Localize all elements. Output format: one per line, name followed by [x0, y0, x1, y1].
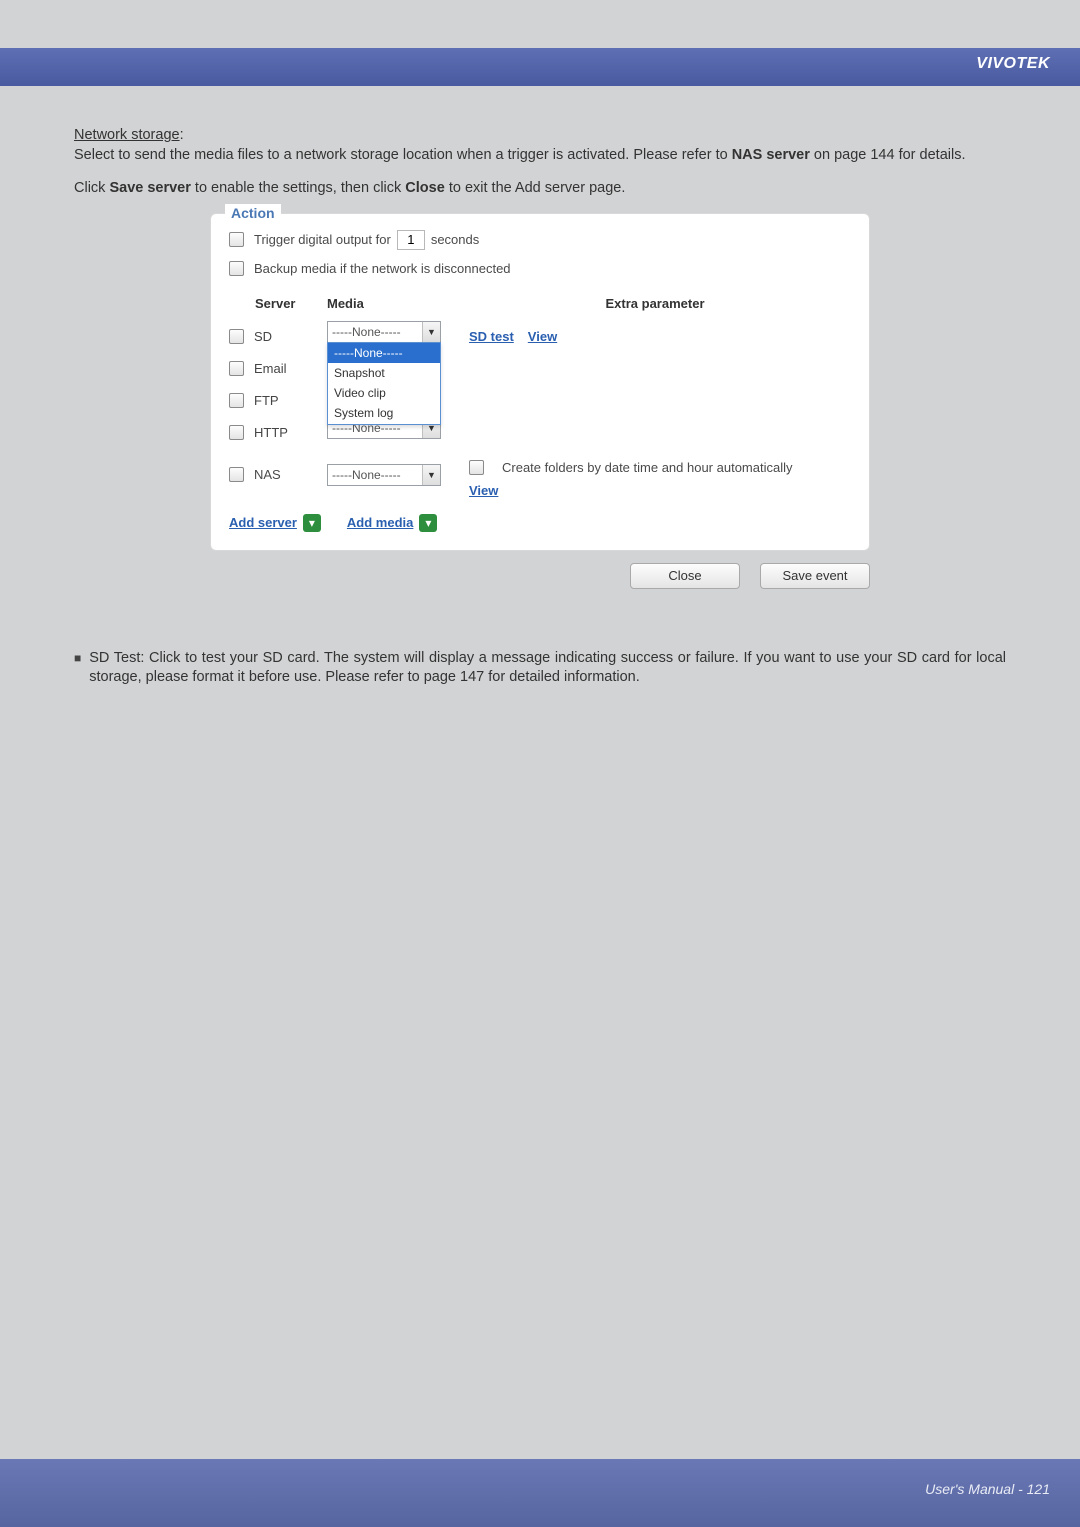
- sd-test-note: ■ SD Test: Click to test your SD card. T…: [74, 649, 1006, 688]
- close-button[interactable]: Close: [630, 563, 740, 589]
- option-snapshot[interactable]: Snapshot: [328, 363, 440, 383]
- nas-label: NAS: [254, 466, 281, 484]
- nas-folders-label: Create folders by date time and hour aut…: [502, 459, 793, 477]
- sd-extra: SD test View: [459, 321, 851, 353]
- nas-media-value: -----None-----: [332, 467, 401, 483]
- http-checkbox[interactable]: [229, 425, 244, 440]
- trigger-checkbox[interactable]: [229, 232, 244, 247]
- sd-media-dropdown[interactable]: -----None----- Snapshot Video clip Syste…: [327, 342, 441, 425]
- panel-legend: Action: [225, 204, 281, 223]
- row-nas: NAS -----None----- ▼ Create folders by d…: [229, 459, 851, 500]
- nas-media-select[interactable]: -----None----- ▼: [327, 464, 441, 486]
- add-server-link[interactable]: Add server ▾: [229, 514, 321, 532]
- nas-view-link[interactable]: View: [469, 482, 793, 500]
- add-line: Add server ▾ Add media ▾: [229, 514, 851, 532]
- intro-para-2: Click Save server to enable the settings…: [74, 179, 1006, 199]
- trigger-row: Trigger digital output for seconds: [229, 230, 851, 250]
- nas-checkbox[interactable]: [229, 467, 244, 482]
- brand-label: VIVOTEK: [976, 55, 1050, 73]
- sd-label: SD: [254, 328, 272, 346]
- chevron-down-icon: ▼: [422, 322, 440, 342]
- sd-media-cell: -----None----- ▼ -----None----- Snapshot…: [327, 321, 459, 353]
- chevron-down-icon: ▼: [422, 465, 440, 485]
- row-sd: SD: [229, 321, 327, 353]
- add-server-icon: ▾: [303, 514, 321, 532]
- row-email: Email: [229, 353, 327, 385]
- intro-text-1c: on page 144 for details.: [810, 147, 966, 163]
- sd-media-select[interactable]: -----None----- ▼: [327, 321, 441, 343]
- option-videoclip[interactable]: Video clip: [328, 383, 440, 403]
- bullet-icon: ■: [74, 649, 81, 688]
- trigger-label-a: Trigger digital output for: [254, 231, 391, 249]
- th-extra: Extra parameter: [459, 295, 851, 313]
- nas-folders-checkbox[interactable]: [469, 460, 484, 475]
- option-systemlog[interactable]: System log: [328, 403, 440, 423]
- trigger-label-b: seconds: [431, 231, 479, 249]
- sd-test-text: SD Test: Click to test your SD card. The…: [89, 649, 1006, 688]
- row-http: HTTP: [229, 417, 327, 449]
- backup-label: Backup media if the network is disconnec…: [254, 260, 511, 278]
- ftp-checkbox[interactable]: [229, 393, 244, 408]
- backup-row: Backup media if the network is disconnec…: [229, 260, 851, 278]
- sd-checkbox[interactable]: [229, 329, 244, 344]
- option-none[interactable]: -----None-----: [328, 343, 440, 363]
- th-server: Server: [255, 295, 327, 313]
- backup-checkbox[interactable]: [229, 261, 244, 276]
- intro-text-2e: to exit the Add server page.: [445, 180, 626, 196]
- add-media-link[interactable]: Add media ▾: [347, 514, 437, 532]
- network-storage-heading: Network storage: [74, 127, 180, 143]
- trigger-seconds-input[interactable]: [397, 230, 425, 250]
- footer-text: User's Manual - 121: [925, 1481, 1050, 1497]
- email-label: Email: [254, 360, 287, 378]
- add-media-text: Add media: [347, 514, 413, 532]
- footer-band: [0, 1459, 1080, 1527]
- add-server-text: Add server: [229, 514, 297, 532]
- email-checkbox[interactable]: [229, 361, 244, 376]
- page-content: Network storage: Select to send the medi…: [74, 126, 1006, 688]
- panel-buttons: Close Save event: [210, 563, 870, 589]
- save-event-button[interactable]: Save event: [760, 563, 870, 589]
- intro-text-2c: to enable the settings, then click: [191, 180, 405, 196]
- http-label: HTTP: [254, 424, 288, 442]
- action-panel: Action Trigger digital output for second…: [210, 213, 870, 551]
- add-media-icon: ▾: [419, 514, 437, 532]
- th-media: Media: [327, 295, 459, 313]
- intro-para-1: Network storage: Select to send the medi…: [74, 126, 1006, 165]
- table-header: Server Media Extra parameter: [229, 287, 851, 321]
- ftp-label: FTP: [254, 392, 279, 410]
- row-ftp: FTP: [229, 385, 327, 417]
- sd-view-link[interactable]: View: [528, 328, 557, 346]
- nas-server-ref: NAS server: [732, 147, 810, 163]
- header-band: [0, 48, 1080, 86]
- sd-test-link[interactable]: SD test: [469, 328, 514, 346]
- nas-extra: Create folders by date time and hour aut…: [459, 459, 793, 500]
- intro-text-2a: Click: [74, 180, 109, 196]
- intro-text-1a: Select to send the media files to a netw…: [74, 147, 732, 163]
- sd-media-value: -----None-----: [332, 324, 401, 340]
- close-ref: Close: [405, 180, 445, 196]
- save-server-ref: Save server: [109, 180, 190, 196]
